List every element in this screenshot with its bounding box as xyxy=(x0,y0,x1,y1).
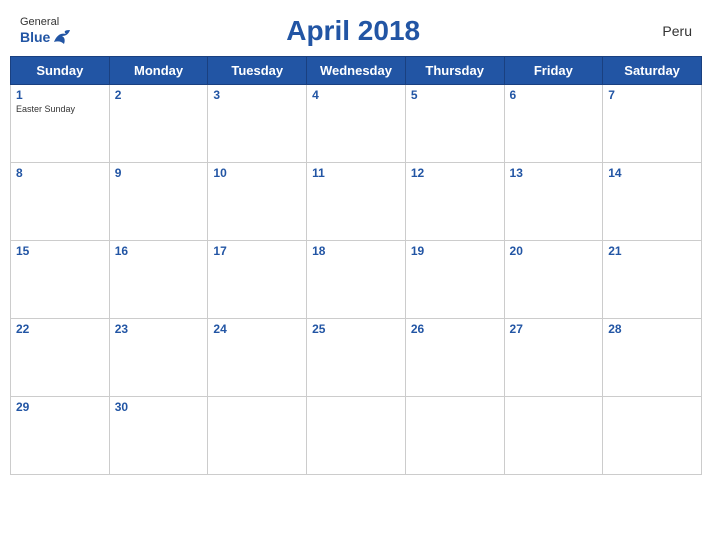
day-number: 7 xyxy=(608,88,696,102)
calendar-cell xyxy=(208,397,307,475)
day-number: 16 xyxy=(115,244,203,258)
calendar-cell xyxy=(504,397,603,475)
day-number: 22 xyxy=(16,322,104,336)
day-number: 28 xyxy=(608,322,696,336)
week-row-1: 1 Easter Sunday 234567 xyxy=(11,85,702,163)
day-header-friday: Friday xyxy=(504,57,603,85)
calendar-title: April 2018 xyxy=(74,15,632,47)
day-header-saturday: Saturday xyxy=(603,57,702,85)
calendar-cell: 10 xyxy=(208,163,307,241)
calendar-cell: 11 xyxy=(307,163,406,241)
calendar-cell: 22 xyxy=(11,319,110,397)
day-number: 1 xyxy=(16,88,104,102)
calendar-cell xyxy=(405,397,504,475)
calendar-cell: 19 xyxy=(405,241,504,319)
day-number: 19 xyxy=(411,244,499,258)
calendar-cell: 14 xyxy=(603,163,702,241)
week-row-4: 22 23 24 25 26 27 28 xyxy=(11,319,702,397)
calendar-cell: 27 xyxy=(504,319,603,397)
calendar-cell: 9 xyxy=(109,163,208,241)
day-number: 26 xyxy=(411,322,499,336)
calendar-cell: 15 xyxy=(11,241,110,319)
calendar-cell: 13 xyxy=(504,163,603,241)
day-header-monday: Monday xyxy=(109,57,208,85)
day-number: 10 xyxy=(213,166,301,180)
day-number: 8 xyxy=(16,166,104,180)
calendar-cell: 5 xyxy=(405,85,504,163)
day-number: 2 xyxy=(115,88,203,102)
day-header-wednesday: Wednesday xyxy=(307,57,406,85)
day-number: 15 xyxy=(16,244,104,258)
calendar-cell: 6 xyxy=(504,85,603,163)
bird-icon xyxy=(52,28,74,46)
page-header: General Blue April 2018 Peru xyxy=(10,10,702,52)
day-number: 3 xyxy=(213,88,301,102)
logo-blue-text: Blue xyxy=(20,29,50,45)
calendar-cell: 25 xyxy=(307,319,406,397)
calendar-cell: 28 xyxy=(603,319,702,397)
day-number: 25 xyxy=(312,322,400,336)
week-row-3: 15 16 17 18 19 20 21 xyxy=(11,241,702,319)
calendar-cell: 17 xyxy=(208,241,307,319)
calendar-cell: 3 xyxy=(208,85,307,163)
day-number: 29 xyxy=(16,400,104,414)
day-number: 23 xyxy=(115,322,203,336)
calendar-cell xyxy=(307,397,406,475)
calendar-cell: 21 xyxy=(603,241,702,319)
day-number: 14 xyxy=(608,166,696,180)
logo-general-text: General xyxy=(20,16,59,28)
calendar-cell: 26 xyxy=(405,319,504,397)
calendar-cell: 16 xyxy=(109,241,208,319)
day-number: 13 xyxy=(510,166,598,180)
day-number: 24 xyxy=(213,322,301,336)
calendar-cell: 24 xyxy=(208,319,307,397)
day-number: 17 xyxy=(213,244,301,258)
calendar-table: SundayMondayTuesdayWednesdayThursdayFrid… xyxy=(10,56,702,475)
calendar-cell: 29 xyxy=(11,397,110,475)
calendar-cell xyxy=(603,397,702,475)
day-number: 6 xyxy=(510,88,598,102)
day-number: 18 xyxy=(312,244,400,258)
calendar-cell: 7 xyxy=(603,85,702,163)
day-number: 27 xyxy=(510,322,598,336)
calendar-cell: 20 xyxy=(504,241,603,319)
day-number: 12 xyxy=(411,166,499,180)
day-number: 5 xyxy=(411,88,499,102)
calendar-cell: 8 xyxy=(11,163,110,241)
logo: General Blue xyxy=(20,16,74,46)
calendar-cell: 2 xyxy=(109,85,208,163)
day-number: 9 xyxy=(115,166,203,180)
week-row-5: 29 30 xyxy=(11,397,702,475)
calendar-cell: 1 Easter Sunday xyxy=(11,85,110,163)
day-header-thursday: Thursday xyxy=(405,57,504,85)
country-label: Peru xyxy=(632,23,692,39)
calendar-cell: 23 xyxy=(109,319,208,397)
days-header-row: SundayMondayTuesdayWednesdayThursdayFrid… xyxy=(11,57,702,85)
day-header-sunday: Sunday xyxy=(11,57,110,85)
event-label: Easter Sunday xyxy=(16,104,104,114)
day-number: 4 xyxy=(312,88,400,102)
calendar-cell: 30 xyxy=(109,397,208,475)
day-number: 30 xyxy=(115,400,203,414)
day-number: 20 xyxy=(510,244,598,258)
day-header-tuesday: Tuesday xyxy=(208,57,307,85)
day-number: 11 xyxy=(312,166,400,180)
calendar-cell: 12 xyxy=(405,163,504,241)
day-number: 21 xyxy=(608,244,696,258)
week-row-2: 89 10 11 12 13 14 xyxy=(11,163,702,241)
calendar-cell: 18 xyxy=(307,241,406,319)
calendar-cell: 4 xyxy=(307,85,406,163)
